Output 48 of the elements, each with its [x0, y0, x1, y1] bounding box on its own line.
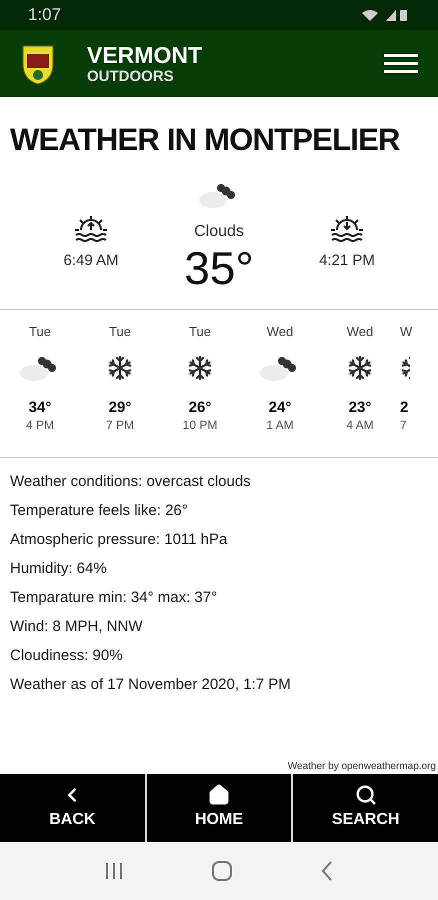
- forecast-day: Tue: [189, 322, 211, 341]
- weather-detail: Weather as of 17 November 2020, 1:7 PM: [10, 674, 292, 694]
- nav-button[interactable]: SEARCH: [293, 774, 438, 842]
- forecast-time: 7 PM: [106, 417, 134, 434]
- home-nav-icon[interactable]: [212, 861, 232, 881]
- search-icon: [354, 784, 377, 806]
- current-temperature: 35°: [184, 244, 254, 292]
- condition-label: Clouds: [194, 222, 244, 242]
- weather-detail: Temperature feels like: 26°: [10, 500, 189, 520]
- forecast-temperature: 26°: [188, 399, 212, 416]
- weather-detail: Temparature min: 34° max: 37°: [10, 588, 218, 608]
- back-nav-icon[interactable]: [321, 861, 334, 881]
- status-icons: [360, 8, 410, 22]
- sunrise-time: 6:49 AM: [63, 250, 119, 270]
- weather-detail: Weather conditions: overcast clouds: [10, 472, 252, 492]
- attribution-link[interactable]: Weather by openweathermap.org: [288, 760, 438, 774]
- menu-button[interactable]: [384, 54, 418, 73]
- snowflake-icon: [107, 355, 133, 381]
- snowflake-icon: [187, 355, 213, 381]
- nav-button[interactable]: HOME: [146, 774, 292, 842]
- nav-button[interactable]: BACK: [0, 774, 145, 842]
- weather-detail: Humidity: 64%: [10, 558, 108, 578]
- header-subtitle: OUTDOORS: [87, 68, 175, 86]
- page-title: WEATHER IN MONTPELIER: [9, 121, 401, 159]
- forecast-temperature: 2: [400, 399, 408, 416]
- weather-detail: Cloudiness: 90%: [10, 646, 124, 666]
- clock: 1:07: [28, 4, 62, 26]
- forecast-time: 4 AM: [346, 417, 374, 434]
- forecast-time: 7: [400, 417, 407, 434]
- header-title: VERMONT: [87, 42, 202, 68]
- home-icon: [208, 784, 230, 806]
- recents-icon[interactable]: [104, 863, 123, 879]
- forecast-temperature: 29°: [108, 399, 132, 416]
- forecast-day: Tue: [109, 322, 131, 341]
- forecast-temperature: 23°: [348, 399, 372, 416]
- forecast-day: Wed: [346, 322, 374, 341]
- weather-detail: Wind: 8 MPH, NNW: [10, 616, 144, 636]
- sunset-time: 4:21 PM: [319, 250, 375, 270]
- forecast-temperature: 34°: [28, 399, 52, 416]
- forecast-day: Wed: [266, 322, 294, 341]
- forecast-day: W: [400, 322, 412, 341]
- forecast-temperature: 24°: [268, 399, 292, 416]
- snowflake-icon: [347, 355, 373, 381]
- weather-detail: Atmospheric pressure: 1011 hPa: [10, 530, 228, 550]
- forecast-time: 10 PM: [182, 417, 218, 434]
- forecast-day: Tue: [29, 322, 51, 341]
- forecast-time: 1 AM: [266, 417, 294, 434]
- forecast-time: 4 PM: [26, 417, 54, 434]
